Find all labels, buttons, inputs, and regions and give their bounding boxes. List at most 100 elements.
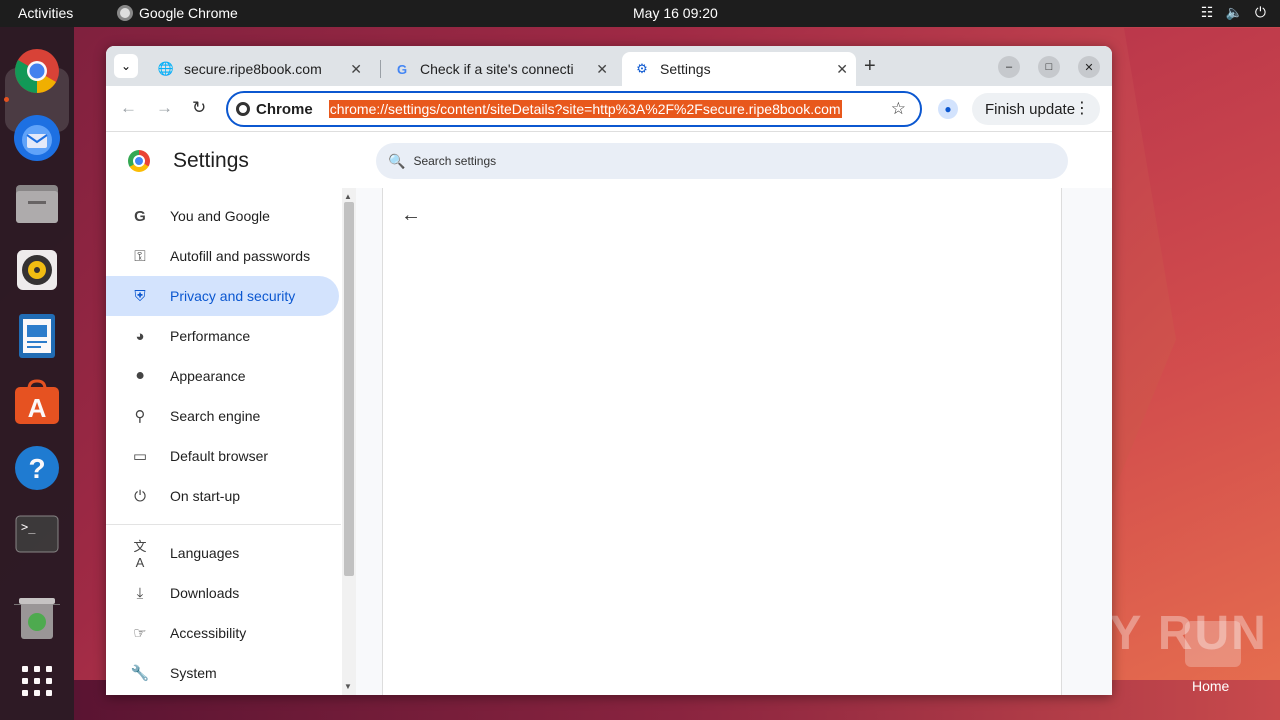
scroll-up-icon[interactable]: ▲	[344, 192, 352, 201]
dock-files[interactable]	[13, 180, 61, 228]
sidebar-item-search-engine[interactable]: ⚲ Search engine	[106, 396, 339, 436]
finish-update-button[interactable]: Finish update ⋮	[972, 93, 1100, 125]
chip-label: Chrome	[256, 100, 313, 118]
close-icon[interactable]: ✕	[350, 61, 362, 78]
sidebar-item-default-browser[interactable]: ▭ Default browser	[106, 436, 339, 476]
dock-thunderbird[interactable]	[13, 114, 61, 162]
arrow-left-icon: ←	[120, 98, 137, 117]
sidebar-item-on-startup[interactable]: ⏻ On start-up	[106, 476, 339, 516]
svg-text:>_: >_	[21, 520, 36, 534]
key-icon: ⚿	[134, 247, 146, 265]
sidebar-item-label: Downloads	[170, 585, 240, 601]
arrow-right-icon: →	[156, 98, 173, 117]
back-arrow-icon[interactable]: ←	[401, 204, 421, 227]
close-icon[interactable]: ✕	[596, 61, 608, 78]
sidebar-item-downloads[interactable]: ⤓ Downloads	[106, 573, 339, 613]
search-settings-input[interactable]: 🔍 Search settings	[376, 143, 1068, 179]
tab-title: Settings	[660, 61, 711, 77]
close-window-button[interactable]: ✕	[1078, 56, 1100, 78]
minimize-button[interactable]: –	[998, 56, 1020, 78]
thunderbird-icon	[14, 115, 60, 161]
sidebar-item-privacy[interactable]: ⛨ Privacy and security	[106, 276, 339, 316]
sidebar-item-label: Languages	[170, 545, 240, 561]
clock[interactable]: May 16 09:20	[633, 5, 718, 21]
system-tray[interactable]: ☷ 🔈 ⏻	[1201, 4, 1266, 21]
dock-app-center[interactable]: A	[13, 378, 61, 426]
accessibility-icon: ☞	[133, 625, 147, 642]
dock-trash[interactable]	[13, 594, 61, 642]
tab-search-button[interactable]: ⌄	[114, 54, 138, 78]
profile-avatar[interactable]: ●	[938, 99, 958, 119]
volume-icon: 🔈	[1225, 4, 1243, 20]
search-icon: 🔍	[388, 152, 406, 169]
sidebar-item-system[interactable]: 🔧 System	[106, 653, 339, 693]
forward-button[interactable]: →	[156, 98, 173, 118]
kebab-menu-icon[interactable]: ⋮	[1074, 98, 1090, 118]
dock: A ? >_	[0, 27, 74, 720]
sidebar-item-languages[interactable]: 文A Languages	[106, 533, 339, 573]
person-icon: ●	[944, 102, 952, 116]
dock-chrome[interactable]	[13, 47, 61, 95]
search-placeholder: Search settings	[413, 154, 497, 168]
dock-rhythmbox[interactable]	[13, 246, 61, 294]
maximize-button[interactable]: □	[1038, 56, 1060, 78]
close-icon: ✕	[1084, 61, 1094, 74]
scroll-down-icon[interactable]: ▼	[344, 682, 352, 691]
settings-header: Settings 🔍 Search settings	[106, 132, 1112, 188]
home-label[interactable]: Home	[1192, 678, 1229, 694]
tab-settings[interactable]: ⚙ Settings ✕	[622, 52, 856, 86]
trash-icon	[19, 598, 55, 639]
sidebar-item-label: Default browser	[170, 448, 269, 464]
dock-terminal[interactable]: >_	[13, 510, 61, 558]
sidebar-scrollbar-thumb[interactable]	[344, 202, 354, 576]
sidebar-item-label: Accessibility	[170, 625, 247, 641]
sidebar-item-label: Appearance	[170, 368, 246, 384]
speaker-icon	[17, 250, 57, 290]
dock-app-grid[interactable]	[13, 657, 61, 705]
site-info-chip[interactable]: Chrome	[236, 101, 313, 118]
activities-button[interactable]: Activities	[18, 5, 73, 21]
tab-check-site[interactable]: G Check if a site's connecti ✕	[382, 52, 616, 86]
address-bar[interactable]: Chrome chrome://settings/content/siteDet…	[226, 91, 922, 127]
reload-icon: ↻	[192, 98, 207, 117]
svg-text:?: ?	[28, 453, 45, 484]
speedometer-icon: ◕	[135, 327, 145, 345]
minimize-icon: –	[1005, 61, 1013, 73]
svg-text:A: A	[28, 393, 47, 423]
dock-help[interactable]: ?	[13, 444, 61, 492]
sidebar-item-performance[interactable]: ◕ Performance	[106, 316, 339, 356]
new-tab-button[interactable]: +	[864, 55, 876, 78]
url-text[interactable]: chrome://settings/content/siteDetails?si…	[328, 100, 842, 118]
app-menu[interactable]: Google Chrome	[117, 5, 238, 21]
sidebar-item-autofill[interactable]: ⚿ Autofill and passwords	[106, 236, 339, 276]
power-icon: ⏻	[1254, 4, 1266, 20]
wrench-icon: 🔧	[130, 665, 150, 682]
sidebar-item-appearance[interactable]: ⚫ Appearance	[106, 356, 339, 396]
close-icon[interactable]: ✕	[836, 61, 848, 78]
help-icon: ?	[15, 446, 59, 490]
maximize-icon: □	[1045, 61, 1053, 73]
shield-icon: ⛨	[134, 287, 146, 305]
bookmark-star-icon[interactable]: ☆	[891, 99, 906, 119]
sidebar-item-label: Privacy and security	[170, 288, 296, 304]
back-button[interactable]: ←	[120, 98, 137, 118]
reload-button[interactable]: ↻	[192, 98, 206, 118]
translate-icon: 文A	[133, 539, 147, 570]
toolbar: ← → ↻ Chrome chrome://settings/content/s…	[106, 86, 1112, 132]
power-icon: ⏻	[134, 487, 146, 505]
shopping-bag-icon: A	[15, 379, 59, 424]
tab-strip: ⌄ 🌐 secure.ripe8book.com ✕ G Check if a …	[106, 46, 1112, 86]
sidebar-item-accessibility[interactable]: ☞ Accessibility	[106, 613, 339, 653]
sidebar-item-label: On start-up	[170, 488, 241, 504]
sidebar-item-you-and-google[interactable]: G You and Google	[106, 196, 339, 236]
site-details-panel: ←	[382, 188, 1062, 695]
search-icon: ⚲	[134, 408, 146, 425]
chevron-down-icon: ⌄	[120, 59, 132, 73]
page-title: Settings	[173, 149, 249, 172]
globe-icon: 🌐	[157, 61, 175, 76]
tab-secure-ripe8book[interactable]: 🌐 secure.ripe8book.com ✕	[146, 52, 370, 86]
chrome-icon	[117, 5, 133, 21]
sidebar-item-label: System	[170, 665, 217, 681]
dock-writer[interactable]	[13, 312, 61, 360]
palette-icon: ⚫	[133, 368, 147, 385]
